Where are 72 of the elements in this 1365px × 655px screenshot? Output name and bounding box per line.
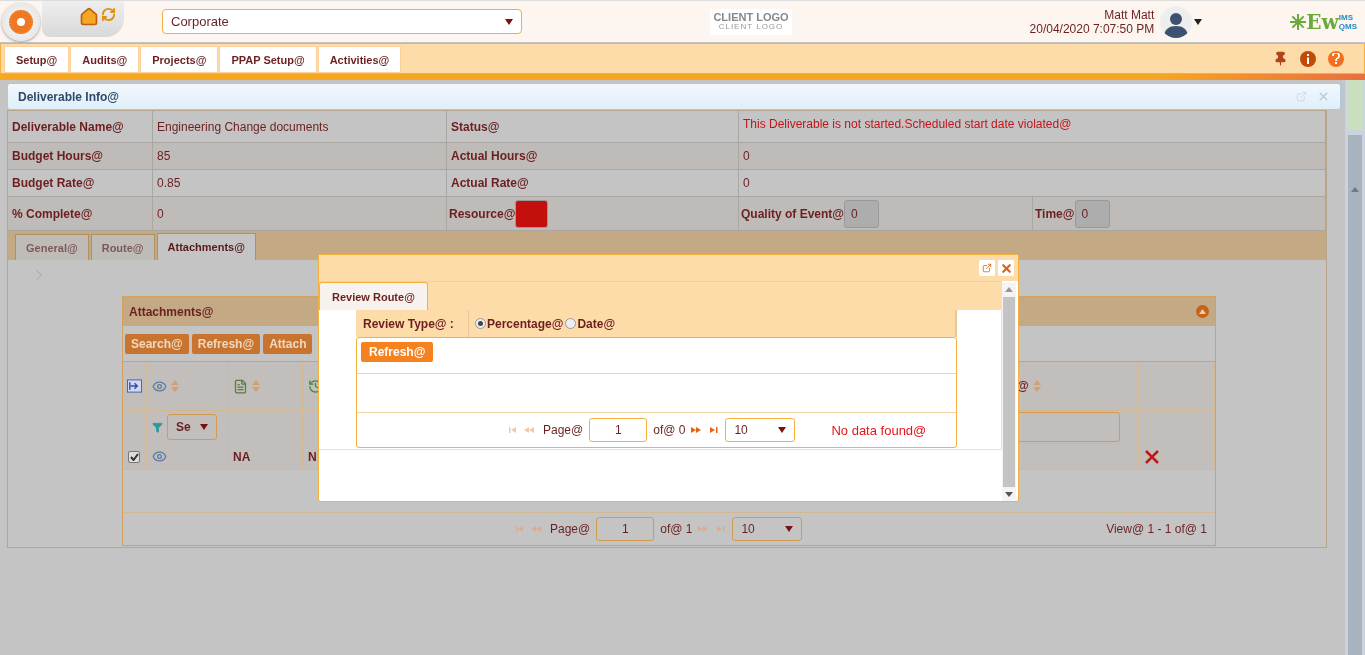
user-avatar[interactable] xyxy=(1160,5,1193,38)
sun-icon xyxy=(8,8,34,35)
record-count: View@ 1 - 1 of@ 1 xyxy=(1106,522,1207,536)
page-label: Page@ xyxy=(543,423,584,437)
view-icon[interactable] xyxy=(152,449,167,464)
collapse-icon[interactable] xyxy=(1196,305,1209,318)
page-count: of@ 0 xyxy=(653,423,686,437)
user-name: Matt Matt xyxy=(1104,7,1155,22)
field-label: Time@ xyxy=(1035,206,1075,221)
home-icon[interactable] xyxy=(79,6,99,27)
dialog-scrollbar[interactable] xyxy=(1002,283,1016,501)
field-value: 85 xyxy=(157,149,171,163)
field-value: 0.85 xyxy=(157,176,181,190)
field-label: Resource@ xyxy=(449,206,516,221)
date-time: 20/04/2020 7:07:50 PM xyxy=(1029,21,1155,36)
popout-icon[interactable] xyxy=(979,260,995,276)
menu-tab[interactable]: Setup@ xyxy=(4,46,70,74)
delete-icon[interactable] xyxy=(1144,448,1160,465)
page-size-select[interactable]: 10 xyxy=(732,517,803,541)
review-type-radio[interactable]: Percentage@ xyxy=(475,316,564,331)
refresh-icon[interactable] xyxy=(101,6,116,22)
field-label: Actual Rate@ xyxy=(451,176,529,190)
tab[interactable]: Attachments@ xyxy=(156,233,256,260)
field-label: Budget Rate@ xyxy=(12,176,95,190)
field-label: Status@ xyxy=(451,119,500,134)
page-count: of@ 1 xyxy=(660,522,693,536)
page-scrollbar[interactable] xyxy=(1345,80,1365,655)
field-label: Quality of Event@ xyxy=(741,206,845,221)
client-logo: CLIENT LOGO CLIENT LOGO xyxy=(710,8,792,35)
field-label: % Complete@ xyxy=(12,206,93,221)
field-value: Engineering Change documents xyxy=(157,119,329,134)
resource-color-swatch[interactable] xyxy=(515,199,549,228)
page-size-select[interactable]: 10 xyxy=(725,418,796,442)
panel-title: Deliverable Info@ xyxy=(18,89,121,104)
field-value: 0 xyxy=(743,149,750,163)
row-checkbox[interactable] xyxy=(128,450,140,463)
review-type-label: Review Type@ : xyxy=(356,310,469,337)
page-number-field[interactable]: 1 xyxy=(589,418,648,442)
user-menu-caret-icon[interactable] xyxy=(1194,18,1203,25)
help-icon[interactable] xyxy=(1328,50,1344,67)
review-type-radio[interactable]: Date@ xyxy=(565,316,616,331)
score-field[interactable]: 0 xyxy=(844,199,880,228)
page-label: Page@ xyxy=(550,522,591,536)
empty-message: No data found@ xyxy=(831,422,927,438)
close-icon[interactable] xyxy=(998,260,1014,276)
table-cell: NA xyxy=(228,444,303,470)
field-value: 0 xyxy=(157,206,164,221)
close-icon[interactable] xyxy=(1317,90,1330,103)
field-label: Budget Hours@ xyxy=(12,149,104,163)
field-label: Actual Hours@ xyxy=(451,149,538,163)
status-message: This Deliverable is not started.Scheduled start date violated@ xyxy=(743,117,1072,131)
filter-icon[interactable] xyxy=(152,421,163,433)
view-icon[interactable] xyxy=(152,378,167,394)
pin-icon[interactable] xyxy=(1273,51,1288,67)
company-select[interactable]: Corporate xyxy=(162,9,522,35)
menu-tab[interactable]: Audits@ xyxy=(70,46,140,74)
score-field[interactable]: 0 xyxy=(1074,199,1110,228)
app-logo[interactable] xyxy=(2,2,40,41)
info-icon[interactable] xyxy=(1300,50,1316,67)
menu-tab[interactable]: Projects@ xyxy=(140,46,219,74)
menu-tab[interactable]: PPAP Setup@ xyxy=(219,46,317,74)
export-icon[interactable] xyxy=(127,379,142,393)
tab[interactable]: Review Route@ xyxy=(319,282,428,310)
field-value: 0 xyxy=(743,176,750,190)
document-icon[interactable] xyxy=(233,378,248,394)
menu-tab[interactable]: Activities@ xyxy=(317,46,402,74)
next-last-page-icon[interactable] xyxy=(691,426,720,434)
first-prev-page-icon[interactable] xyxy=(509,426,537,434)
grid-title: Attachments@ xyxy=(129,304,214,319)
filter-select[interactable]: Se xyxy=(167,414,217,440)
page-number-field[interactable]: 1 xyxy=(596,517,655,541)
field-label: Deliverable Name@ xyxy=(12,119,124,134)
